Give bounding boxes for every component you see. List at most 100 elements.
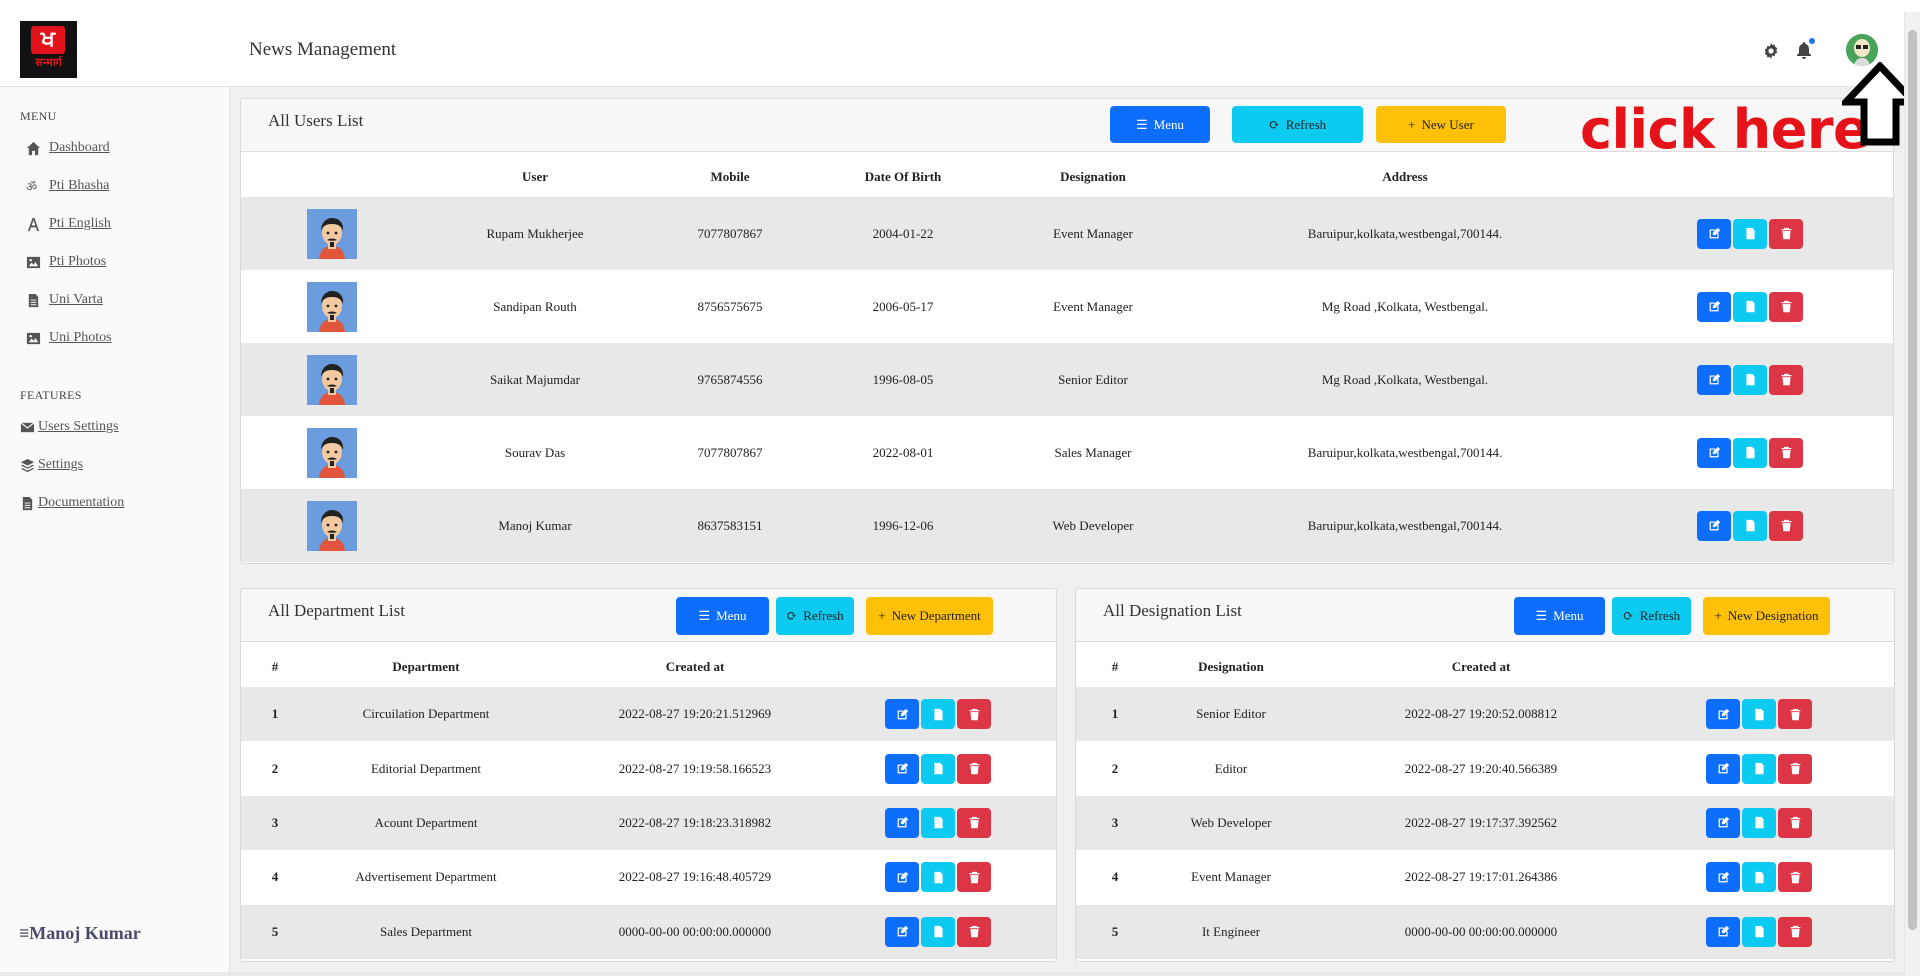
- sidebar-item-settings[interactable]: Settings: [20, 457, 83, 473]
- edit-button[interactable]: [1706, 916, 1740, 947]
- delete-button[interactable]: [1778, 916, 1812, 947]
- department-col-name: Department: [392, 659, 460, 674]
- svg-text:ॐ: ॐ: [26, 180, 37, 194]
- view-button[interactable]: [1733, 364, 1767, 395]
- edit-button[interactable]: [885, 753, 919, 784]
- edit-button[interactable]: [1706, 699, 1740, 730]
- view-button[interactable]: [1742, 753, 1776, 784]
- delete-button[interactable]: [957, 753, 991, 784]
- view-button[interactable]: [921, 699, 955, 730]
- view-button[interactable]: [1733, 218, 1767, 249]
- logo[interactable]: ਖ सन्मार्ग: [20, 21, 77, 78]
- view-button[interactable]: [1733, 510, 1767, 541]
- edit-icon: [897, 926, 908, 937]
- sidebar-item-label: Pti Bhasha: [49, 178, 110, 193]
- sidebar-user-name[interactable]: ≡Manoj Kumar: [19, 923, 141, 944]
- page-title: News Management: [249, 39, 397, 60]
- edit-button[interactable]: [1697, 291, 1731, 322]
- user-mobile: 7077807867: [697, 444, 763, 460]
- table-row: 1 Senior Editor 2022-08-27 19:20:52.008812: [1076, 687, 1894, 742]
- notification-dot: [1809, 38, 1815, 44]
- view-button[interactable]: [1742, 699, 1776, 730]
- sidebar-item-uni-varta[interactable]: Uni Varta: [26, 292, 103, 308]
- edit-button[interactable]: [885, 862, 919, 893]
- delete-button[interactable]: [1778, 753, 1812, 784]
- delete-button[interactable]: [957, 807, 991, 838]
- delete-button[interactable]: [957, 862, 991, 893]
- sidebar-item-label: Uni Varta: [49, 292, 103, 307]
- designation-menu-button[interactable]: ☰ Menu: [1514, 597, 1605, 635]
- user-designation: Sales Manager: [1054, 444, 1132, 460]
- edit-button[interactable]: [1697, 437, 1731, 468]
- designation-refresh-button[interactable]: ⟳ Refresh: [1612, 597, 1691, 635]
- edit-button[interactable]: [885, 807, 919, 838]
- bell-icon[interactable]: [1796, 42, 1812, 60]
- row-name: Editorial Department: [370, 760, 482, 776]
- department-refresh-button[interactable]: ⟳ Refresh: [776, 597, 854, 635]
- file-icon: [1745, 446, 1755, 459]
- edit-button[interactable]: [1697, 364, 1731, 395]
- users-menu-button[interactable]: ☰ Menu: [1110, 106, 1210, 143]
- view-button[interactable]: [1733, 437, 1767, 468]
- trash-icon: [1781, 373, 1791, 386]
- new-designation-button[interactable]: + New Designation: [1703, 597, 1830, 635]
- file-icon: [1754, 817, 1764, 829]
- users-card: All Users List ☰ Menu ⟳ Refresh + New User …: [240, 98, 1894, 564]
- edit-button[interactable]: [1706, 807, 1740, 838]
- gear-icon[interactable]: [1763, 43, 1779, 59]
- delete-button[interactable]: [1769, 510, 1803, 541]
- delete-button[interactable]: [1778, 807, 1812, 838]
- new-department-label: New Department: [891, 608, 981, 623]
- edit-button[interactable]: [1706, 753, 1740, 784]
- scrollbar-thumb[interactable]: [1908, 30, 1917, 930]
- sidebar-item-pti-english[interactable]: Pti English: [26, 216, 111, 232]
- trash-icon: [1790, 762, 1800, 775]
- delete-button[interactable]: [1778, 699, 1812, 730]
- sidebar-item-uni-photos[interactable]: Uni Photos: [26, 330, 112, 346]
- view-button[interactable]: [921, 753, 955, 784]
- edit-button[interactable]: [1697, 510, 1731, 541]
- view-button[interactable]: [921, 862, 955, 893]
- edit-button[interactable]: [1697, 218, 1731, 249]
- trash-icon: [1781, 300, 1791, 313]
- row-name: Senior Editor: [1196, 706, 1266, 722]
- sidebar-item-pti-bhasha[interactable]: ॐ Pti Bhasha: [26, 178, 109, 194]
- sidebar-item-label: Users Settings: [38, 419, 119, 434]
- delete-button[interactable]: [957, 699, 991, 730]
- sidebar-item-documentation[interactable]: Documentation: [20, 495, 124, 511]
- sidebar-item-dashboard[interactable]: Dashboard: [26, 140, 110, 156]
- users-refresh-button[interactable]: ⟳ Refresh: [1232, 106, 1363, 143]
- trash-icon: [1781, 519, 1791, 532]
- view-button[interactable]: [921, 807, 955, 838]
- delete-button[interactable]: [957, 916, 991, 947]
- delete-button[interactable]: [1778, 862, 1812, 893]
- new-department-button[interactable]: + New Department: [866, 597, 993, 635]
- user-address: Baruipur,kolkata,westbengal,700144.: [1307, 225, 1503, 241]
- sidebar-item-users-settings[interactable]: Users Settings: [20, 419, 119, 435]
- view-button[interactable]: [921, 916, 955, 947]
- delete-button[interactable]: [1769, 218, 1803, 249]
- sidebar-item-pti-photos[interactable]: Pti Photos: [26, 254, 106, 270]
- row-created-at: 2022-08-27 19:17:37.392562: [1404, 814, 1558, 830]
- trash-icon: [1790, 926, 1800, 938]
- delete-button[interactable]: [1769, 364, 1803, 395]
- row-actions: [1706, 916, 1812, 947]
- edit-button[interactable]: [885, 699, 919, 730]
- edit-button[interactable]: [1706, 862, 1740, 893]
- view-button[interactable]: [1742, 807, 1776, 838]
- delete-button[interactable]: [1769, 437, 1803, 468]
- row-actions: [1706, 753, 1812, 784]
- view-button[interactable]: [1742, 916, 1776, 947]
- delete-button[interactable]: [1769, 291, 1803, 322]
- view-button[interactable]: [1742, 862, 1776, 893]
- refresh-icon: ⟳: [1268, 116, 1280, 132]
- vertical-scrollbar[interactable]: [1904, 12, 1920, 976]
- new-user-button[interactable]: + New User: [1376, 106, 1506, 143]
- row-number: 2: [1111, 760, 1119, 776]
- edit-button[interactable]: [885, 916, 919, 947]
- file-icon: [1745, 519, 1755, 532]
- department-menu-button[interactable]: ☰ Menu: [676, 597, 769, 635]
- image-icon: [26, 256, 41, 268]
- file-icon: [1754, 762, 1764, 775]
- view-button[interactable]: [1733, 291, 1767, 322]
